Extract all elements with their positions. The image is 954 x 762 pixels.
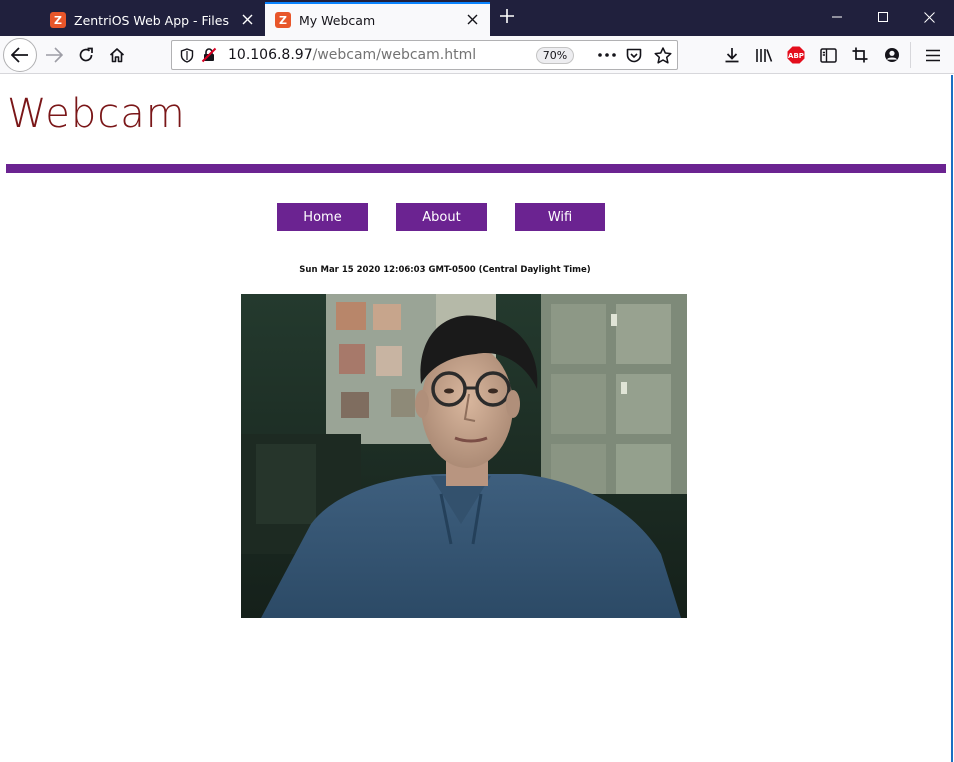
adblock-plus-icon: ABP [787, 46, 805, 64]
nav-wifi-button[interactable]: Wifi [515, 203, 605, 231]
url-text[interactable]: 10.106.8.97/webcam/webcam.html [228, 47, 476, 63]
account-icon [885, 48, 899, 62]
zentri-favicon-icon: Z [275, 12, 291, 28]
page-content: Webcam Home About Wifi Sun Mar 15 2020 1… [0, 75, 954, 762]
page-title: Webcam [7, 91, 186, 137]
arrow-right-icon [46, 47, 63, 63]
new-tab-button[interactable] [496, 6, 518, 30]
crop-icon [852, 47, 868, 63]
arrow-left-icon [11, 47, 28, 63]
home-button[interactable] [101, 39, 133, 71]
title-divider [6, 164, 946, 173]
minimize-icon [832, 16, 842, 18]
address-bar[interactable]: 10.106.8.97/webcam/webcam.html 70% [171, 40, 678, 70]
reload-icon [79, 47, 93, 62]
insecure-connection-icon[interactable] [198, 44, 220, 66]
svg-text:ABP: ABP [788, 52, 804, 60]
minimize-button[interactable] [814, 0, 860, 34]
close-tab-icon[interactable] [464, 12, 480, 28]
maximize-icon [878, 12, 888, 22]
webcam-image [241, 294, 687, 618]
bookmark-star-button[interactable] [651, 44, 675, 66]
navigation-toolbar: 10.106.8.97/webcam/webcam.html 70% ABP [0, 36, 954, 74]
pocket-icon [626, 48, 642, 62]
tab-my-webcam[interactable]: Z My Webcam [265, 2, 490, 36]
sidebar-icon [819, 47, 837, 63]
back-button[interactable] [3, 38, 37, 72]
nav-home-button[interactable]: Home [277, 203, 368, 231]
maximize-button[interactable] [860, 0, 906, 34]
library-button[interactable] [750, 41, 778, 69]
adblock-plus-button[interactable]: ABP [782, 41, 810, 69]
toolbar-divider [910, 42, 911, 68]
zoom-level-badge[interactable]: 70% [536, 47, 574, 64]
tab-title: My Webcam [299, 12, 376, 28]
screenshot-button[interactable] [846, 41, 874, 69]
library-icon [756, 49, 773, 62]
url-host: 10.106.8.97 [228, 47, 313, 63]
close-icon [923, 11, 935, 23]
download-icon [725, 48, 739, 63]
tab-bar: Z ZentriOS Web App - Files Z My Webcam [0, 0, 954, 36]
plus-icon [500, 9, 514, 23]
sidebar-button[interactable] [814, 41, 842, 69]
page-actions-button[interactable] [595, 44, 619, 66]
url-path: /webcam/webcam.html [312, 47, 477, 63]
star-icon [654, 46, 672, 64]
hamburger-menu-icon [926, 49, 940, 61]
app-menu-button[interactable] [919, 41, 947, 69]
home-icon [109, 48, 125, 63]
tab-title: ZentriOS Web App - Files [74, 12, 229, 28]
account-button[interactable] [878, 41, 906, 69]
pocket-button[interactable] [622, 44, 646, 66]
close-window-button[interactable] [906, 0, 952, 34]
window-edge [951, 75, 953, 762]
tracking-shield-icon[interactable] [176, 44, 198, 66]
forward-button[interactable] [38, 39, 70, 71]
downloads-button[interactable] [718, 41, 746, 69]
ellipsis-icon [598, 53, 616, 57]
reload-button[interactable] [70, 39, 102, 71]
capture-timestamp: Sun Mar 15 2020 12:06:03 GMT-0500 (Centr… [299, 265, 591, 275]
zentri-favicon-icon: Z [50, 12, 66, 28]
close-tab-icon[interactable] [239, 12, 255, 28]
nav-about-button[interactable]: About [396, 203, 487, 231]
tab-zentrios-files[interactable]: Z ZentriOS Web App - Files [40, 4, 265, 36]
